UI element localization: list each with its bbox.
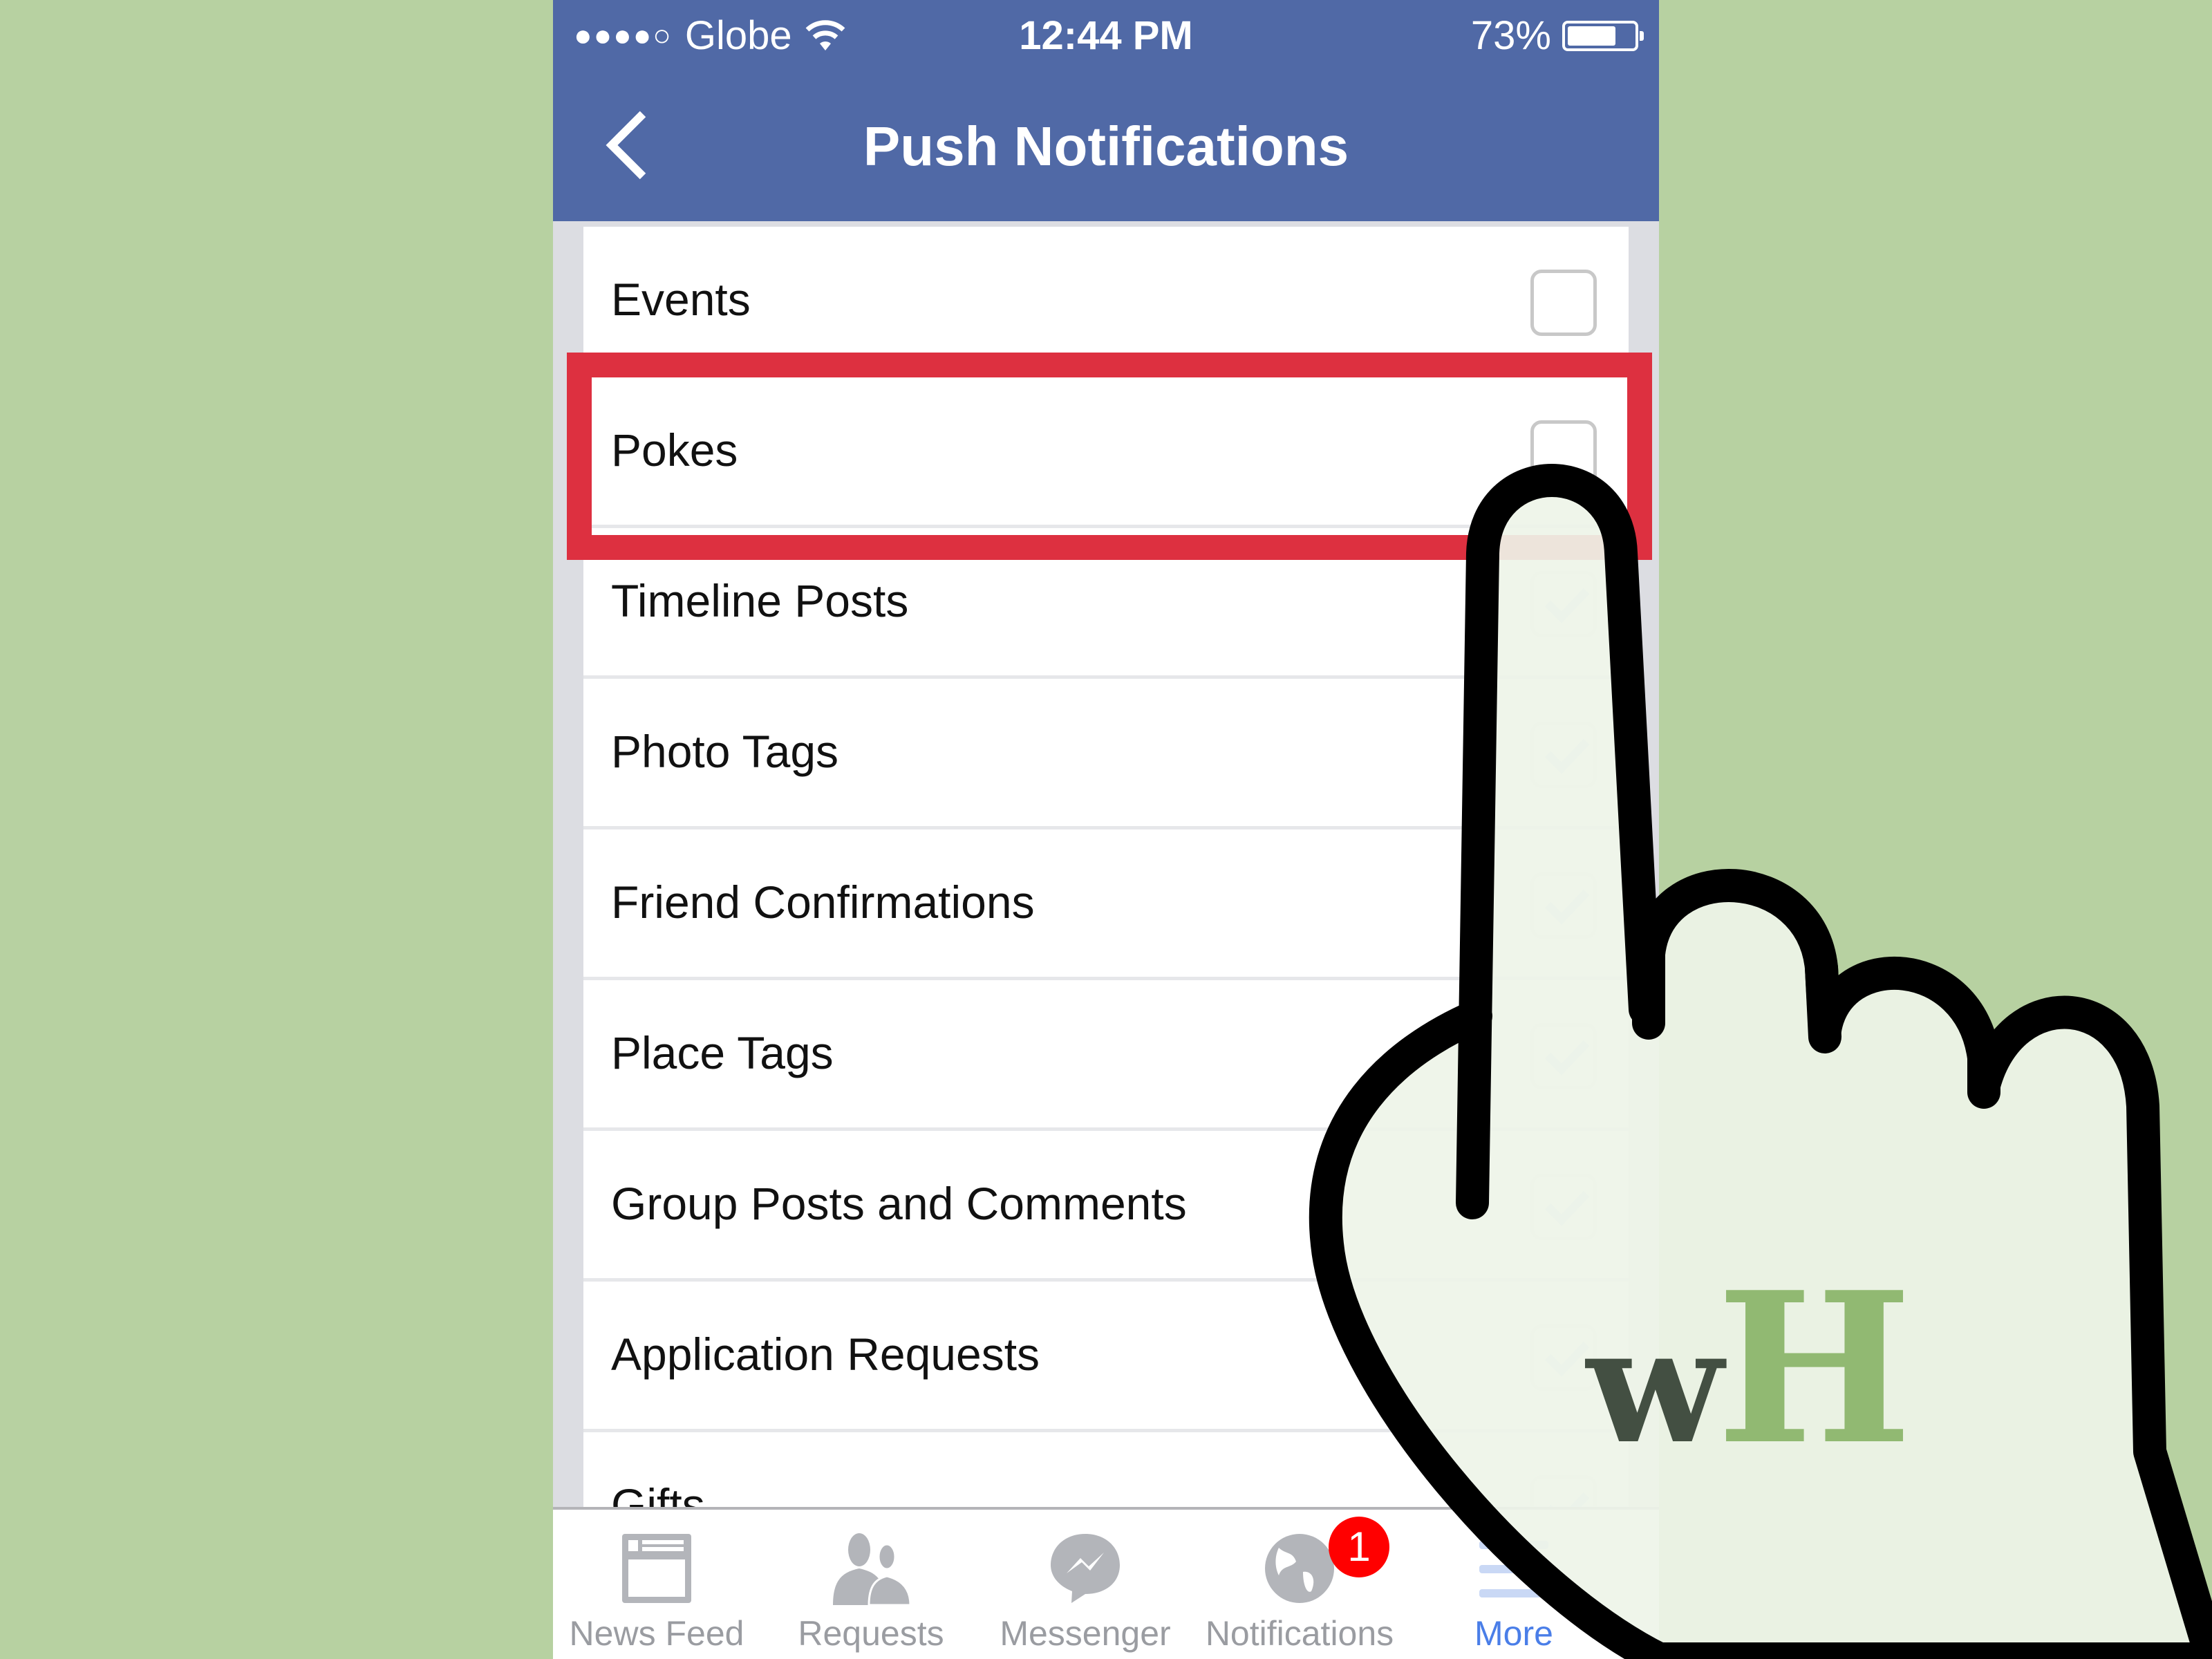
friend-requests-icon [833, 1533, 912, 1606]
phone-screen: ●●●●○ Globe 12:44 PM 73% Push Notificati… [553, 0, 1659, 1659]
tab-label: Requests [798, 1614, 944, 1653]
setting-row-friend-confirmations[interactable]: Friend Confirmations [583, 830, 1629, 980]
tab-label: Notifications [1205, 1614, 1394, 1653]
tab-news-feed[interactable]: News Feed [553, 1510, 760, 1659]
setting-label: Friend Confirmations [611, 877, 1035, 928]
setting-row-group-posts-and-comments[interactable]: Group Posts and Comments [583, 1131, 1629, 1282]
setting-checkbox[interactable] [1530, 872, 1597, 939]
news-feed-icon [622, 1534, 691, 1603]
setting-label: Application Requests [611, 1329, 1040, 1380]
setting-checkbox[interactable] [1530, 1174, 1597, 1240]
setting-row-application-requests[interactable]: Application Requests [583, 1282, 1629, 1432]
tab-messenger[interactable]: Messenger [982, 1510, 1189, 1659]
checkmark-icon [1544, 1190, 1590, 1226]
tab-more[interactable]: More [1410, 1510, 1618, 1659]
setting-checkbox[interactable] [1530, 722, 1597, 788]
setting-checkbox[interactable] [1530, 1023, 1597, 1089]
menu-icon [1479, 1541, 1548, 1597]
setting-label: Events [611, 274, 751, 325]
setting-label: Pokes [611, 424, 738, 476]
notification-settings-list: Events Pokes Timeline Posts Photo Tags Frien… [583, 227, 1629, 1583]
checkmark-icon [1544, 738, 1590, 774]
wikihow-logo: wH [1586, 1265, 1912, 1472]
nav-bar: Push Notifications [553, 97, 1659, 194]
setting-checkbox[interactable] [1530, 420, 1597, 487]
checkmark-icon [1544, 1040, 1590, 1076]
tab-requests[interactable]: Requests [767, 1510, 975, 1659]
setting-label: Group Posts and Comments [611, 1178, 1187, 1229]
messenger-icon [1051, 1534, 1120, 1603]
battery-icon [1562, 20, 1644, 51]
notification-badge: 1 [1329, 1517, 1389, 1577]
tab-label: News Feed [569, 1614, 744, 1653]
status-bar: ●●●●○ Globe 12:44 PM 73% [553, 12, 1659, 61]
header-bar: ●●●●○ Globe 12:44 PM 73% Push Notificati… [553, 0, 1659, 221]
logo-h: H [1716, 1246, 1912, 1490]
checkmark-icon [1544, 588, 1590, 624]
setting-row-events[interactable]: Events [583, 227, 1629, 377]
globe-icon [1265, 1534, 1334, 1603]
setting-row-pokes[interactable]: Pokes [583, 377, 1629, 528]
tab-bar: News Feed Requests Messenger 1 Notificat… [553, 1507, 1659, 1659]
tab-label: More [1474, 1614, 1553, 1653]
page-title: Push Notifications [863, 115, 1349, 177]
tab-label: Messenger [1000, 1614, 1171, 1653]
battery-indicator: 73% [1470, 12, 1644, 59]
setting-label: Photo Tags [611, 726, 839, 777]
setting-row-photo-tags[interactable]: Photo Tags [583, 679, 1629, 830]
battery-percent: 73% [1470, 13, 1551, 58]
tab-notifications[interactable]: 1 Notifications [1196, 1510, 1403, 1659]
setting-label: Timeline Posts [611, 575, 909, 626]
checkmark-icon [1544, 889, 1590, 925]
setting-checkbox[interactable] [1530, 270, 1597, 336]
setting-label: Place Tags [611, 1027, 834, 1078]
logo-w: w [1586, 1293, 1723, 1479]
setting-checkbox[interactable] [1530, 571, 1597, 637]
setting-row-timeline-posts[interactable]: Timeline Posts [583, 528, 1629, 679]
setting-row-place-tags[interactable]: Place Tags [583, 980, 1629, 1131]
